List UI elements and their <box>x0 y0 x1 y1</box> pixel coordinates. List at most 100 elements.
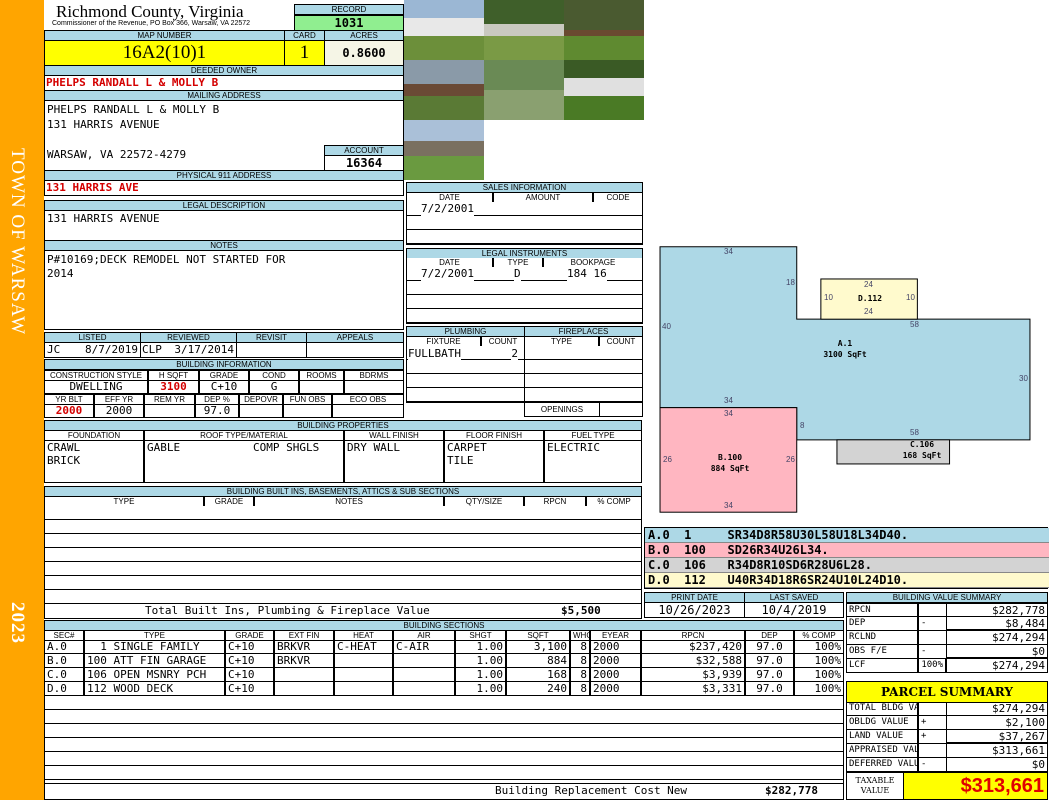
builtins-label: BUILDING BUILT INS, BASEMENTS, ATTICS & … <box>44 486 642 497</box>
commissioner-address: Commissioner of the Revenue, PO Box 366,… <box>52 20 251 27</box>
cell-type: 112 WOOD DECK <box>84 682 225 696</box>
cell-dep: 97.0 <box>745 682 794 696</box>
builtins-total-label: Total Built Ins, Plumbing & Fireplace Va… <box>145 604 430 617</box>
cell-type: 1 SINGLE FAMILY <box>84 640 225 654</box>
eco-obs <box>332 404 404 418</box>
cell-sec: D.0 <box>44 682 84 696</box>
legal-description-box: 131 HARRIS AVENUE <box>44 210 404 241</box>
replacement-cost: $282,778 <box>765 784 818 797</box>
deeded-owner-box: PHELPS RANDALL L & MOLLY B <box>44 75 404 91</box>
floor-finish: CARPET TILE <box>444 441 544 483</box>
instruments-rows: 7/2/2001 D 184 16 <box>406 267 643 324</box>
cell-sec: B.0 <box>44 654 84 668</box>
cell-air <box>393 668 455 682</box>
cell-eyear: 2000 <box>590 640 641 654</box>
sketch-code-row[interactable]: C.0 106 R34D8R10SD6R28U6L28. <box>645 558 1049 573</box>
code-path: SD26R34U26L34. <box>727 543 829 557</box>
row-op <box>918 631 946 645</box>
section-area: 3100 SqFt <box>823 350 867 359</box>
cell-ext-fin <box>274 682 334 696</box>
cell-shgt: 1.00 <box>455 682 506 696</box>
parcel-row-appraised: APPRAISED VALUE $313,661 <box>846 744 1048 758</box>
summary-row-dep: DEP - $8,484 <box>846 617 1048 631</box>
cell-shgt: 1.00 <box>455 668 506 682</box>
cell-grade: C+10 <box>225 682 274 696</box>
sketch-code-row[interactable]: B.0 100 SD26R34U26L34. <box>645 543 1049 558</box>
sketch-code-row[interactable]: D.0 112 U40R34D18R6SR24U10L24D10. <box>645 573 1049 588</box>
header-foundation: FOUNDATION <box>44 431 144 441</box>
cell-shgt: 1.00 <box>455 640 506 654</box>
table-row: B.0 100 ATT FIN GARAGE C+10 BRKVR 1.00 884 8 20… <box>44 654 844 668</box>
row-label: APPRAISED VALUE <box>846 744 918 758</box>
dim-label: 34 <box>724 409 733 418</box>
card-number: 1 <box>284 40 325 66</box>
builtins-total: $5,500 <box>561 604 601 617</box>
print-date: 10/26/2023 <box>644 602 745 618</box>
cell-sqft: 884 <box>506 654 570 668</box>
cell-whgt: 8 <box>570 668 590 682</box>
dim-label: 30 <box>1019 374 1028 383</box>
row-value: $37,267 <box>946 730 1048 744</box>
reviewed-box: CLP 3/17/2014 <box>140 342 237 358</box>
year-built: 2000 <box>44 404 94 418</box>
cell-rpcn: $3,331 <box>641 682 745 696</box>
cell-type: 106 OPEN MSNRY PCH <box>84 668 225 682</box>
code-number: 106 <box>684 558 706 572</box>
physical-address: 131 HARRIS AVE <box>46 181 139 194</box>
mailing-line-2: 131 HARRIS AVENUE <box>47 118 160 131</box>
property-photo-2[interactable] <box>484 0 564 60</box>
cell-rpcn: $32,588 <box>641 654 745 668</box>
row-op: - <box>918 758 946 772</box>
property-photo-4[interactable] <box>404 60 484 120</box>
sketch-label-c: C.106 168 SqFt <box>887 439 957 461</box>
notes-line-2: 2014 <box>47 267 74 280</box>
property-photo-7[interactable] <box>404 120 484 180</box>
dim-label: 8 <box>800 421 805 430</box>
parcel-summary-title: PARCEL SUMMARY <box>846 681 1048 703</box>
county-title: Richmond County, Virginia <box>56 2 244 21</box>
header-roof: ROOF TYPE/MATERIAL <box>144 431 344 441</box>
foundation: CRAWL BRICK <box>44 441 144 483</box>
cell-dep: 97.0 <box>745 640 794 654</box>
dim-label: 58 <box>910 428 919 437</box>
dim-label: 24 <box>864 307 873 316</box>
dim-label: 26 <box>663 455 672 464</box>
reviewed-date: 3/17/2014 <box>174 343 234 356</box>
dim-label: 34 <box>724 396 733 405</box>
acres-value: 0.8600 <box>324 40 404 66</box>
parcel-row-obldg: OBLDG VALUE + $2,100 <box>846 716 1048 730</box>
cell-rpcn: $3,939 <box>641 668 745 682</box>
cell-air <box>393 682 455 696</box>
property-photo-5[interactable] <box>484 60 564 120</box>
sketch-codes: A.0 1 SR34D8R58U30L58U18L34D40. B.0 100 … <box>644 527 1049 589</box>
sketch-code-row[interactable]: A.0 1 SR34D8R58U30L58U18L34D40. <box>645 528 1049 543</box>
row-label: TOTAL BLDG VALUE <box>846 702 918 716</box>
property-photo-3[interactable] <box>564 0 644 60</box>
sale-date: 7/2/2001 <box>421 202 474 216</box>
depreciation-pct: 97.0 <box>195 404 239 418</box>
property-photo-1[interactable] <box>404 0 484 60</box>
sales-rows: 7/2/2001 <box>406 202 643 245</box>
sketch-label-b: B.100 884 SqFt <box>695 452 765 474</box>
dim-label: 26 <box>786 455 795 464</box>
summary-row-rclnd: RCLND $274,294 <box>846 631 1048 645</box>
header-wall: WALL FINISH <box>344 431 444 441</box>
dim-label: 24 <box>864 280 873 289</box>
taxable-value: $313,661 <box>903 772 1048 800</box>
replacement-cost-label: Building Replacement Cost New <box>495 784 688 797</box>
dim-label: 10 <box>824 293 833 302</box>
deeded-owner: PHELPS RANDALL L & MOLLY B <box>46 76 219 89</box>
row-value: $274,294 <box>946 631 1048 645</box>
instrument-bookpage: 184 16 <box>567 267 607 281</box>
dim-label: 40 <box>662 322 671 331</box>
cell-sec: C.0 <box>44 668 84 682</box>
sketch-label-d: D.112 <box>857 294 883 303</box>
property-photo-6[interactable] <box>564 60 644 120</box>
dim-label: 10 <box>906 293 915 302</box>
replacement-cost-row: Building Replacement Cost New $282,778 <box>44 783 844 800</box>
building-sections-label: BUILDING SECTIONS <box>44 620 844 631</box>
physical-address-box: 131 HARRIS AVE <box>44 180 404 196</box>
code-sec: A.0 <box>648 528 670 542</box>
section-area: 884 SqFt <box>710 464 750 473</box>
summary-row-rpcn: RPCN $282,778 <box>846 603 1048 617</box>
